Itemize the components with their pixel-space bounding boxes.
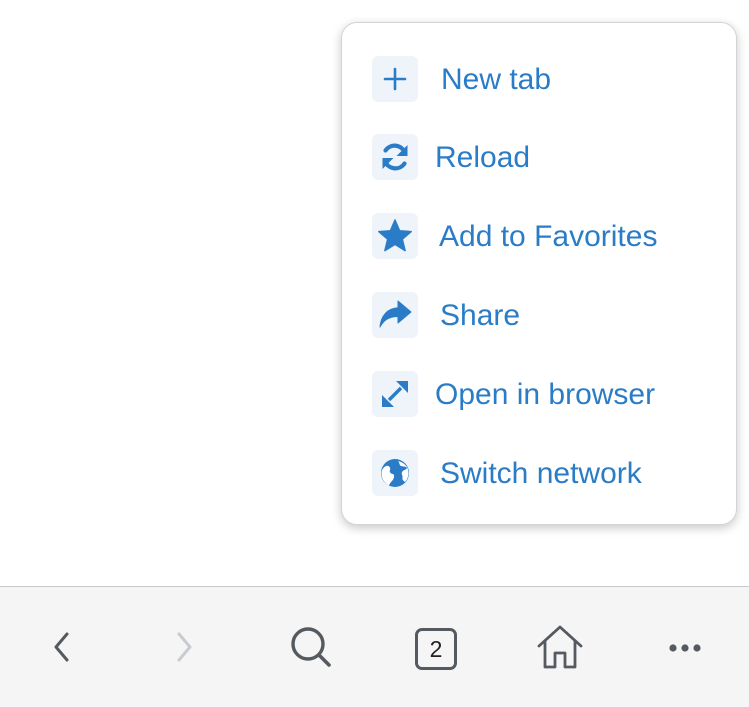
menu-item-share[interactable]: Share [342, 280, 736, 352]
back-button[interactable] [30, 617, 94, 681]
reload-icon [372, 134, 418, 180]
tabs-icon: 2 [415, 628, 457, 670]
search-button[interactable] [279, 617, 343, 681]
tabs-button[interactable]: 2 [404, 617, 468, 681]
menu-item-label: New tab [441, 63, 552, 96]
home-icon [536, 623, 584, 676]
menu-item-add-to-favorites[interactable]: Add to Favorites [342, 201, 736, 273]
forward-button[interactable] [152, 617, 216, 681]
bottom-toolbar: 2 [0, 586, 749, 707]
menu-item-label: Open in browser [435, 378, 656, 411]
more-button[interactable] [653, 617, 717, 681]
plus-icon [372, 56, 418, 102]
expand-icon [372, 371, 418, 417]
tab-count: 2 [429, 635, 443, 662]
menu-item-label: Share [440, 299, 521, 332]
browser-page: New tab Reload Add to Favorites Share Op… [0, 0, 749, 707]
back-icon [50, 629, 74, 670]
more-icon [667, 640, 703, 658]
menu-item-label: Switch network [440, 457, 642, 490]
menu-item-new-tab[interactable]: New tab [342, 44, 736, 116]
forward-icon [172, 629, 196, 670]
menu-item-switch-network[interactable]: Switch network [342, 438, 736, 510]
menu-item-open-in-browser[interactable]: Open in browser [342, 359, 736, 431]
overflow-menu: New tab Reload Add to Favorites Share Op… [341, 22, 737, 525]
menu-item-label: Reload [435, 141, 531, 174]
menu-item-reload[interactable]: Reload [342, 122, 736, 194]
menu-item-label: Add to Favorites [439, 220, 658, 253]
search-icon [288, 624, 334, 675]
home-button[interactable] [528, 617, 592, 681]
share-icon [372, 292, 418, 338]
star-icon [372, 213, 418, 259]
globe-icon [372, 450, 418, 496]
